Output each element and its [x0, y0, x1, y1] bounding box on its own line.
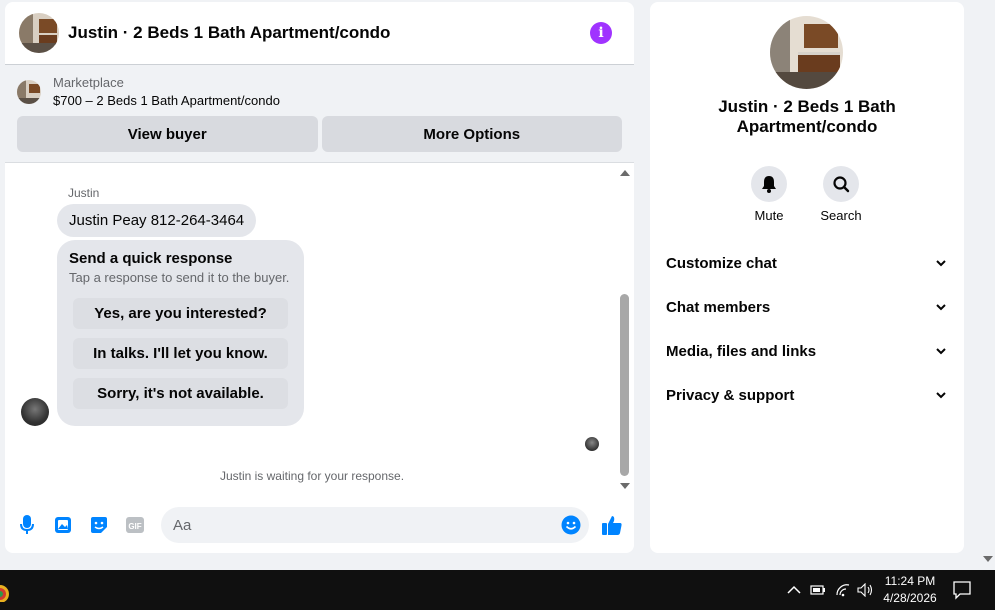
- notification-center-icon[interactable]: [952, 580, 972, 605]
- chevron-down-icon: [936, 391, 946, 398]
- section-privacy-support-label: Privacy & support: [666, 386, 795, 404]
- section-privacy-support[interactable]: Privacy & support: [666, 383, 946, 407]
- battery-icon[interactable]: [810, 580, 826, 600]
- quick-response-interested[interactable]: Yes, are you interested?: [73, 298, 288, 329]
- sender-name: Justin: [68, 186, 100, 200]
- chat-header: Justin · 2 Beds 1 Bath Apartment/condo i: [5, 2, 634, 65]
- section-customize-chat[interactable]: Customize chat: [666, 251, 946, 275]
- emoji-icon[interactable]: [561, 515, 581, 540]
- profile-avatar[interactable]: [770, 16, 843, 89]
- marketplace-label: Marketplace: [53, 75, 124, 90]
- page-scroll-down-arrow-icon[interactable]: [983, 556, 993, 562]
- wifi-icon[interactable]: [835, 580, 851, 600]
- quick-response-in-talks[interactable]: In talks. I'll let you know.: [73, 338, 288, 369]
- message-input[interactable]: [161, 507, 589, 543]
- listing-avatar[interactable]: [19, 13, 59, 53]
- clock-time: 11:24 PM: [884, 574, 936, 588]
- photo-icon[interactable]: [53, 515, 73, 535]
- chevron-down-icon: [936, 303, 946, 310]
- chat-title: Justin · 2 Beds 1 Bath Apartment/condo: [68, 23, 391, 42]
- listing-thumbnail: [17, 80, 41, 104]
- composer: GIF: [5, 505, 634, 545]
- profile-title-line1: Justin · 2 Beds 1 Bath: [718, 97, 896, 116]
- chevron-down-icon: [936, 259, 946, 266]
- search-icon[interactable]: [823, 166, 859, 202]
- quick-response-card: Send a quick response Tap a response to …: [57, 240, 304, 426]
- section-customize-chat-label: Customize chat: [666, 254, 777, 272]
- view-buyer-button[interactable]: View buyer: [17, 116, 318, 152]
- system-clock[interactable]: 11:24 PM 4/28/2026: [880, 573, 940, 607]
- sender-avatar[interactable]: [21, 398, 49, 426]
- chat-panel: Justin · 2 Beds 1 Bath Apartment/condo i…: [5, 2, 634, 553]
- message-list: Justin Justin Peay 812-264-3464 Send a q…: [5, 164, 634, 492]
- mute-action[interactable]: Mute: [739, 166, 799, 223]
- scroll-up-arrow-icon[interactable]: [620, 170, 630, 176]
- section-chat-members-label: Chat members: [666, 298, 771, 316]
- marketplace-banner: Marketplace $700 – 2 Beds 1 Bath Apartme…: [5, 65, 634, 163]
- message-scrollbar[interactable]: [617, 167, 632, 492]
- tray-chevron-up-icon[interactable]: [787, 580, 801, 600]
- quick-response-not-available[interactable]: Sorry, it's not available.: [73, 378, 288, 409]
- windows-taskbar: 11:24 PM 4/28/2026: [0, 570, 995, 610]
- taskbar-app-icon[interactable]: [0, 578, 12, 603]
- section-media-files-links-label: Media, files and links: [666, 342, 817, 360]
- gif-label: GIF: [128, 522, 141, 531]
- search-action[interactable]: Search: [811, 166, 871, 223]
- seen-indicator-avatar: [585, 437, 599, 451]
- conversation-details-panel: Justin · 2 Beds 1 Bath Apartment/condo M…: [650, 2, 964, 553]
- more-options-button[interactable]: More Options: [321, 116, 622, 152]
- listing-title[interactable]: $700 – 2 Beds 1 Bath Apartment/condo: [53, 92, 280, 110]
- clock-date: 4/28/2026: [883, 591, 937, 605]
- waiting-status: Justin is waiting for your response.: [219, 469, 405, 483]
- volume-icon[interactable]: [857, 580, 875, 600]
- profile-title: Justin · 2 Beds 1 Bath Apartment/condo: [650, 97, 964, 137]
- mute-label: Mute: [754, 208, 784, 223]
- section-media-files-links[interactable]: Media, files and links: [666, 339, 946, 363]
- bell-icon[interactable]: [751, 166, 787, 202]
- scroll-thumb[interactable]: [620, 294, 629, 476]
- quick-response-subtitle: Tap a response to send it to the buyer.: [69, 270, 290, 285]
- chevron-down-icon: [936, 347, 946, 354]
- info-icon[interactable]: i: [590, 22, 612, 44]
- profile-title-line2: Apartment/condo: [736, 117, 878, 136]
- sticker-icon[interactable]: [89, 515, 109, 535]
- quick-response-title: Send a quick response: [69, 250, 233, 267]
- thumbs-up-icon[interactable]: [601, 514, 623, 541]
- microphone-icon[interactable]: [17, 515, 37, 535]
- message-bubble[interactable]: Justin Peay 812-264-3464: [57, 204, 257, 237]
- section-chat-members[interactable]: Chat members: [666, 295, 946, 319]
- gif-icon[interactable]: GIF: [125, 515, 145, 535]
- scroll-down-arrow-icon[interactable]: [620, 483, 630, 489]
- search-label: Search: [820, 208, 862, 223]
